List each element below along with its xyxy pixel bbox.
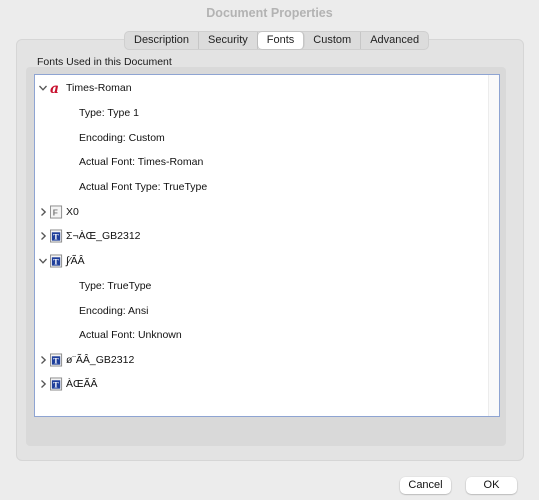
chevron-right-icon[interactable]: [37, 354, 49, 366]
font-name: ø¨ÃÂ_GB2312: [66, 354, 135, 366]
font-detail: Actual Font: Unknown: [79, 329, 182, 341]
svg-text:T: T: [53, 381, 59, 390]
svg-text:T: T: [53, 357, 59, 366]
font-name: ÀŒÃÂ: [66, 378, 98, 390]
font-detail: Encoding: Ansi: [79, 305, 149, 317]
type3-font-icon: F: [50, 205, 63, 219]
chevron-down-icon[interactable]: [37, 82, 49, 94]
font-name: ∫⁄ÃÂ: [66, 255, 85, 267]
window-title: Document Properties: [206, 6, 333, 20]
svg-text:T: T: [53, 233, 59, 242]
vertical-scrollbar[interactable]: [488, 75, 499, 416]
tab-security[interactable]: Security: [199, 32, 258, 49]
font-detail: Type: Type 1: [79, 107, 139, 119]
chevron-right-icon[interactable]: [37, 230, 49, 242]
chevron-right-icon[interactable]: [37, 378, 49, 390]
font-name: Times-Roman: [66, 82, 132, 94]
chevron-right-icon[interactable]: [37, 206, 49, 218]
font-detail: Actual Font: Times-Roman: [79, 156, 204, 168]
document-properties-window: Document Properties Description Security…: [0, 0, 539, 500]
tab-description[interactable]: Description: [125, 32, 200, 49]
tab-custom[interactable]: Custom: [304, 32, 362, 49]
fonts-tree[interactable]: a Times-Roman Type: Type 1 Encoding: Cus…: [34, 74, 500, 417]
truetype-font-icon: T: [50, 254, 63, 268]
tab-bar: Description Security Fonts Custom Advanc…: [124, 31, 430, 50]
font-name: X0: [66, 206, 79, 218]
font-detail: Encoding: Custom: [79, 132, 165, 144]
svg-text:T: T: [53, 258, 59, 267]
cancel-button[interactable]: Cancel: [400, 477, 451, 494]
truetype-font-icon: T: [50, 353, 63, 367]
svg-text:F: F: [53, 208, 58, 218]
tab-advanced[interactable]: Advanced: [361, 32, 428, 49]
font-name: Σ¬ÀŒ_GB2312: [66, 230, 141, 242]
svg-text:a: a: [50, 81, 59, 95]
adobe-acrobat-font-icon: a: [50, 81, 59, 95]
truetype-font-icon: T: [50, 377, 63, 391]
font-detail: Actual Font Type: TrueType: [79, 181, 208, 193]
font-detail: Type: TrueType: [79, 280, 152, 292]
ok-button[interactable]: OK: [466, 477, 517, 494]
chevron-down-icon[interactable]: [37, 255, 49, 267]
tab-fonts[interactable]: Fonts: [257, 32, 305, 49]
truetype-font-icon: T: [50, 229, 63, 243]
